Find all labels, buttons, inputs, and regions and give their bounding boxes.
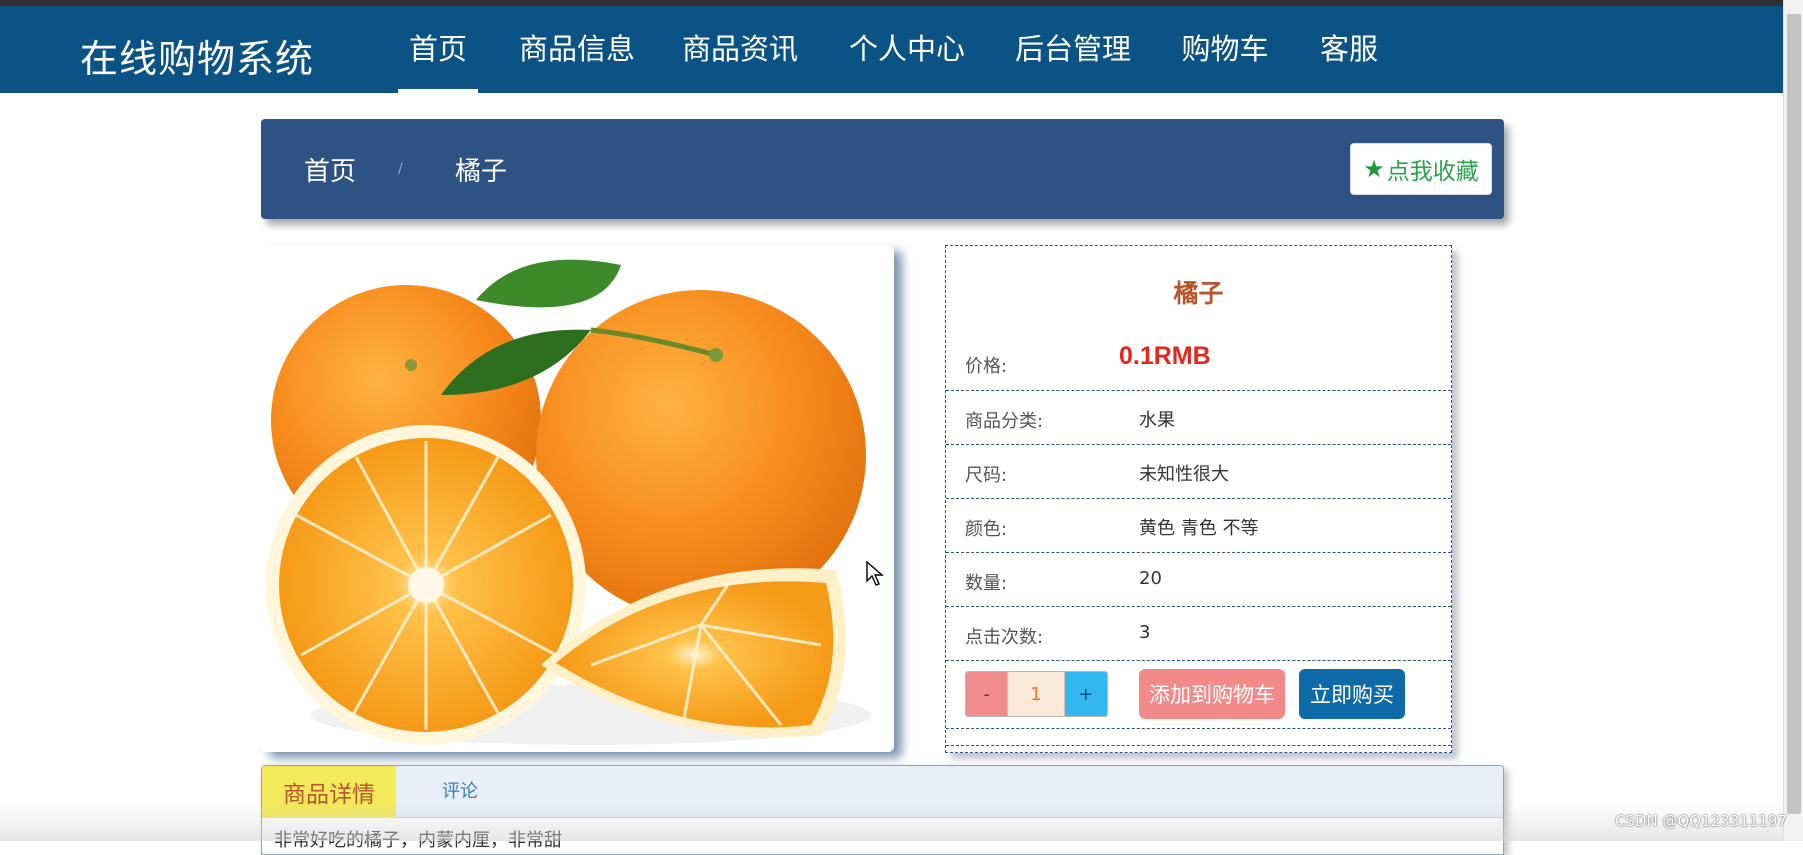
clicks-value: 3 (1139, 622, 1151, 643)
nav-item-cart[interactable]: 购物车 (1180, 6, 1270, 93)
watermark: CSDN @QQ123311197 (1614, 812, 1787, 830)
product-image (261, 245, 894, 752)
clicks-row: 点击次数: 3 (946, 607, 1451, 661)
site-brand: 在线购物系统 (80, 37, 315, 81)
favorite-button[interactable]: ★ 点我收藏 (1350, 143, 1492, 195)
size-label: 尺码: (965, 465, 1008, 486)
category-label: 商品分类: (965, 411, 1044, 432)
product-description: 非常好吃的橘子，内蒙内厘，非常甜 (274, 830, 562, 851)
mouse-cursor-icon (866, 561, 884, 586)
add-to-cart-button[interactable]: 添加到购物车 (1139, 669, 1285, 719)
size-row: 尺码: 未知性很大 (946, 445, 1451, 499)
nav-item-admin[interactable]: 后台管理 (1014, 6, 1132, 93)
top-navbar: 在线购物系统 首页 商品信息 商品资讯 个人中心 后台管理 购物车 客服 (0, 6, 1783, 93)
favorite-label: 点我收藏 (1386, 159, 1479, 185)
empty-row (946, 729, 1451, 746)
quantity-input[interactable]: 1 (1007, 672, 1065, 716)
product-info-panel: 橘子 价格: 0.1RMB 商品分类: 水果 尺码: 未知性很大 颜色: 黄色 … (945, 245, 1452, 753)
size-value: 未知性很大 (1139, 464, 1229, 485)
clicks-label: 点击次数: (965, 627, 1044, 648)
category-value: 水果 (1139, 410, 1175, 431)
nav-item-products[interactable]: 商品信息 (518, 6, 636, 93)
increase-quantity-button[interactable]: + (1064, 672, 1107, 716)
scrollbar-thumb[interactable] (1787, 14, 1801, 814)
color-value: 黄色 青色 不等 (1139, 518, 1259, 539)
page-scrollbar[interactable] (1783, 0, 1803, 841)
color-row: 颜色: 黄色 青色 不等 (946, 499, 1451, 553)
breadcrumb-separator: / (398, 161, 403, 177)
product-tabs: 商品详情 评论 非常好吃的橘子，内蒙内厘，非常甜 (261, 765, 1504, 855)
price-row: 价格: 0.1RMB (946, 336, 1451, 391)
decrease-quantity-button[interactable]: - (966, 672, 1008, 716)
stock-label: 数量: (965, 573, 1008, 594)
price-value: 0.1RMB (1119, 342, 1211, 370)
nav-item-home[interactable]: 首页 (398, 6, 478, 93)
tab-details[interactable]: 商品详情 (262, 766, 396, 818)
actions-row: - 1 + 添加到购物车 立即购买 (946, 661, 1451, 729)
nav-item-customer-service[interactable]: 客服 (1318, 6, 1380, 93)
nav-item-news[interactable]: 商品资讯 (681, 6, 799, 93)
stock-value: 20 (1139, 568, 1162, 589)
nav-item-user-center[interactable]: 个人中心 (848, 6, 966, 93)
buy-now-button[interactable]: 立即购买 (1299, 669, 1405, 719)
price-label: 价格: (965, 356, 1008, 377)
orange-fruit-icon (261, 245, 894, 752)
tab-comments[interactable]: 评论 (442, 766, 478, 818)
breadcrumb-home-link[interactable]: 首页 (304, 151, 356, 188)
product-title: 橘子 (1173, 279, 1224, 308)
quantity-stepper: - 1 + (965, 671, 1108, 717)
breadcrumb-current: 橘子 (455, 157, 508, 187)
category-row: 商品分类: 水果 (946, 391, 1451, 445)
star-icon: ★ (1363, 155, 1385, 183)
tabs-header: 商品详情 评论 (262, 766, 1503, 818)
color-label: 颜色: (965, 519, 1008, 540)
breadcrumb: 首页 / 橘子 ★ 点我收藏 (261, 119, 1504, 219)
stock-row: 数量: 20 (946, 553, 1451, 607)
